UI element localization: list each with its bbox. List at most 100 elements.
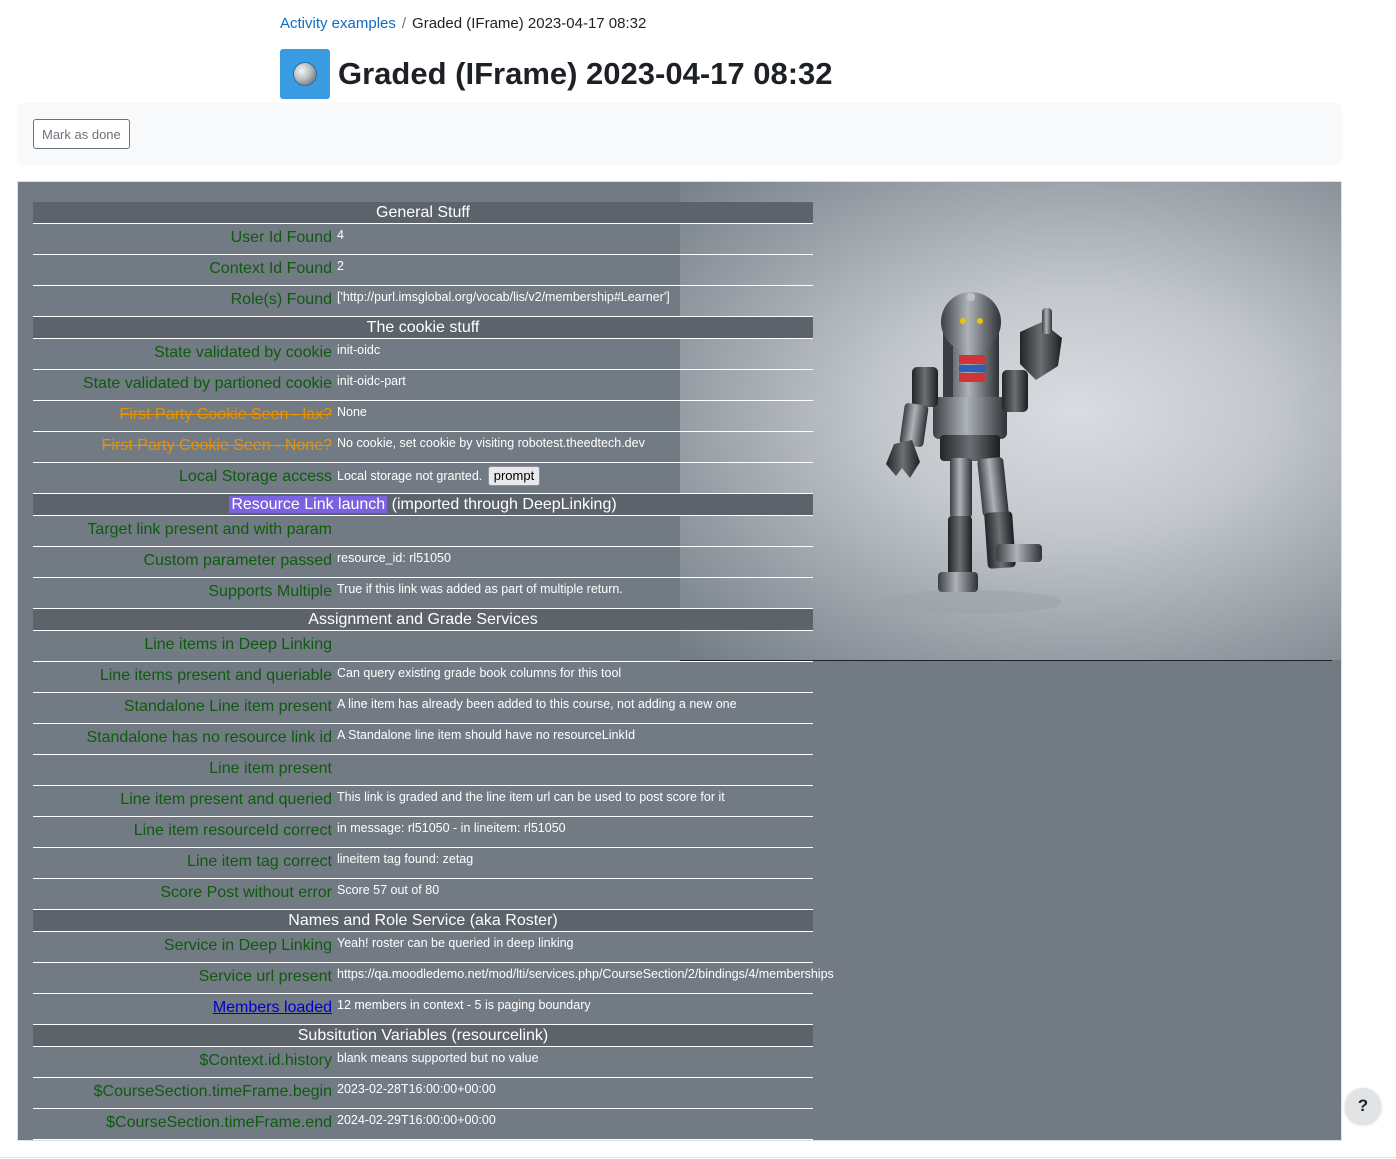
result-key: First Party Cookie Seen - None?	[33, 431, 334, 463]
breadcrumb: Activity examples / Graded (IFrame) 2023-0…	[280, 15, 646, 32]
result-value: No cookie, set cookie by visiting robote…	[334, 431, 813, 463]
breadcrumb-current: Graded (IFrame) 2023-04-17 08:32	[412, 15, 647, 32]
prompt-button[interactable]: prompt	[487, 466, 541, 486]
highlighted-text: Resource Link launch	[229, 496, 388, 513]
result-key: First Party Cookie Seen - lax?	[33, 400, 334, 432]
result-value: 12 members in context - 5 is paging boun…	[334, 993, 813, 1025]
result-row: Custom parameter passed resource_id: rl51…	[33, 546, 813, 578]
result-row: Members loaded 12 members in context - 5 …	[33, 993, 813, 1025]
result-key: Line items present and queriable	[33, 661, 334, 693]
result-key: User Id Found	[33, 223, 334, 255]
result-row: Line item resourceId correct in message: …	[33, 816, 813, 848]
result-value: 2024-02-29T16:00:00+00:00	[334, 1108, 813, 1140]
result-key: Standalone Line item present	[33, 692, 334, 724]
lti-tool-iframe[interactable]: General Stuff User Id Found 4 Context Id Fo…	[17, 181, 1342, 1141]
result-row: First Party Cookie Seen - lax? None	[33, 400, 813, 432]
result-row: Line item present and queried This link i…	[33, 785, 813, 817]
section-assignment-grade-services: Assignment and Grade Services	[33, 608, 813, 631]
result-key: Line items in Deep Linking	[33, 630, 334, 662]
lti-activity-icon	[280, 49, 330, 99]
section-substitution-variables-title: Subsitution Variables (resourcelink)	[33, 1024, 813, 1047]
section-names-role-service: Names and Role Service (aka Roster)	[33, 909, 813, 932]
result-key: Custom parameter passed	[33, 546, 334, 578]
result-row: Service url present https://qa.moodledemo…	[33, 962, 834, 994]
result-key: $CourseSection.timeFrame.end	[33, 1108, 334, 1140]
result-row: Local Storage access Local storage not gr…	[33, 462, 813, 494]
result-value: init-oidc	[334, 338, 813, 370]
section-assignment-grade-services-title: Assignment and Grade Services	[33, 608, 813, 631]
result-key: Line item present	[33, 754, 334, 786]
section-general-stuff-title: General Stuff	[33, 202, 813, 224]
mark-as-done-button[interactable]: Mark as done	[33, 119, 130, 149]
result-row: First Party Cookie Seen - None? No cookie…	[33, 431, 813, 463]
result-key: Local Storage access	[33, 462, 334, 494]
result-key: $Context.id.history	[33, 1046, 334, 1078]
result-row: Context Id Found 2	[33, 254, 813, 286]
result-row: Score Post without error Score 57 out of …	[33, 878, 813, 910]
result-key: State validated by partioned cookie	[33, 369, 334, 401]
footer-divider	[0, 1157, 1396, 1158]
result-value: blank means supported but no value	[334, 1046, 813, 1078]
result-value: This link is graded and the line item ur…	[334, 785, 813, 817]
result-row: Target link present and with param	[33, 515, 813, 547]
section-resource-link: Resource Link launch (imported through D…	[33, 493, 813, 516]
result-key: $CourseSection.timeFrame.begin	[33, 1077, 334, 1109]
result-row: Service in Deep Linking Yeah! roster can …	[33, 931, 813, 963]
result-row: State validated by partioned cookie init-…	[33, 369, 813, 401]
result-key: State validated by cookie	[33, 338, 334, 370]
breadcrumb-link-activity-examples[interactable]: Activity examples	[280, 15, 396, 32]
members-loaded-link[interactable]: Members loaded	[213, 999, 332, 1016]
result-key: Line item present and queried	[33, 785, 334, 817]
section-general-stuff: General Stuff	[33, 202, 813, 224]
result-key: Score Post without error	[33, 878, 334, 910]
result-row: Standalone Line item present A line item …	[33, 692, 813, 724]
result-value	[334, 515, 813, 547]
result-value: None	[334, 400, 813, 432]
result-row: State validated by cookie init-oidc	[33, 338, 813, 370]
result-row: Supports Multiple True if this link was a…	[33, 577, 813, 609]
result-value: Score 57 out of 80	[334, 878, 813, 910]
page-header: Graded (IFrame) 2023-04-17 08:32	[280, 49, 833, 99]
section-cookie-stuff-title: The cookie stuff	[33, 316, 813, 339]
result-row: Role(s) Found ['http://purl.imsglobal.org…	[33, 285, 813, 317]
result-row: Line item present	[33, 754, 813, 786]
result-value: lineitem tag found: zetag	[334, 847, 813, 879]
result-value: Can query existing grade book columns fo…	[334, 661, 813, 693]
help-button[interactable]: ?	[1345, 1088, 1381, 1124]
result-row: Line items in Deep Linking	[33, 630, 813, 662]
result-row: Line items present and queriable Can quer…	[33, 661, 813, 693]
result-key: Line item resourceId correct	[33, 816, 334, 848]
result-key: Standalone has no resource link id	[33, 723, 334, 755]
result-value: A Standalone line item should have no re…	[334, 723, 813, 755]
result-row: Line item tag correct lineitem tag found:…	[33, 847, 813, 879]
section-names-role-service-title: Names and Role Service (aka Roster)	[33, 909, 813, 932]
section-resource-link-title: Resource Link launch (imported through D…	[33, 493, 813, 516]
result-value	[334, 754, 813, 786]
lti-results-table: General Stuff User Id Found 4 Context Id Fo…	[33, 202, 834, 1140]
result-row: $CourseSection.timeFrame.begin 2023-02-28…	[33, 1077, 813, 1109]
result-key: Role(s) Found	[33, 285, 334, 317]
result-row: $CourseSection.timeFrame.end 2024-02-29T1…	[33, 1108, 813, 1140]
result-value: init-oidc-part	[334, 369, 813, 401]
result-key: Line item tag correct	[33, 847, 334, 879]
result-key: Context Id Found	[33, 254, 334, 286]
section-subtitle: (imported through DeepLinking)	[387, 496, 617, 513]
result-value: 4	[334, 223, 813, 255]
result-key: Service in Deep Linking	[33, 931, 334, 963]
result-value: in message: rl51050 - in lineitem: rl510…	[334, 816, 813, 848]
result-value	[334, 630, 813, 662]
breadcrumb-separator: /	[401, 15, 407, 32]
result-value: 2023-02-28T16:00:00+00:00	[334, 1077, 813, 1109]
result-value: 2	[334, 254, 813, 286]
page-title: Graded (IFrame) 2023-04-17 08:32	[338, 56, 833, 91]
result-value: True if this link was added as part of m…	[334, 577, 813, 609]
activity-completion-bar: Mark as done	[17, 103, 1342, 165]
result-row: Standalone has no resource link id A Stan…	[33, 723, 813, 755]
section-cookie-stuff: The cookie stuff	[33, 316, 813, 339]
result-row: $Context.id.history blank means supported…	[33, 1046, 813, 1078]
result-key: Members loaded	[33, 993, 334, 1025]
local-storage-status: Local storage not granted.	[337, 469, 483, 483]
result-value: https://qa.moodledemo.net/mod/lti/servic…	[334, 962, 834, 994]
result-value: resource_id: rl51050	[334, 546, 813, 578]
section-substitution-variables: Subsitution Variables (resourcelink)	[33, 1024, 813, 1047]
